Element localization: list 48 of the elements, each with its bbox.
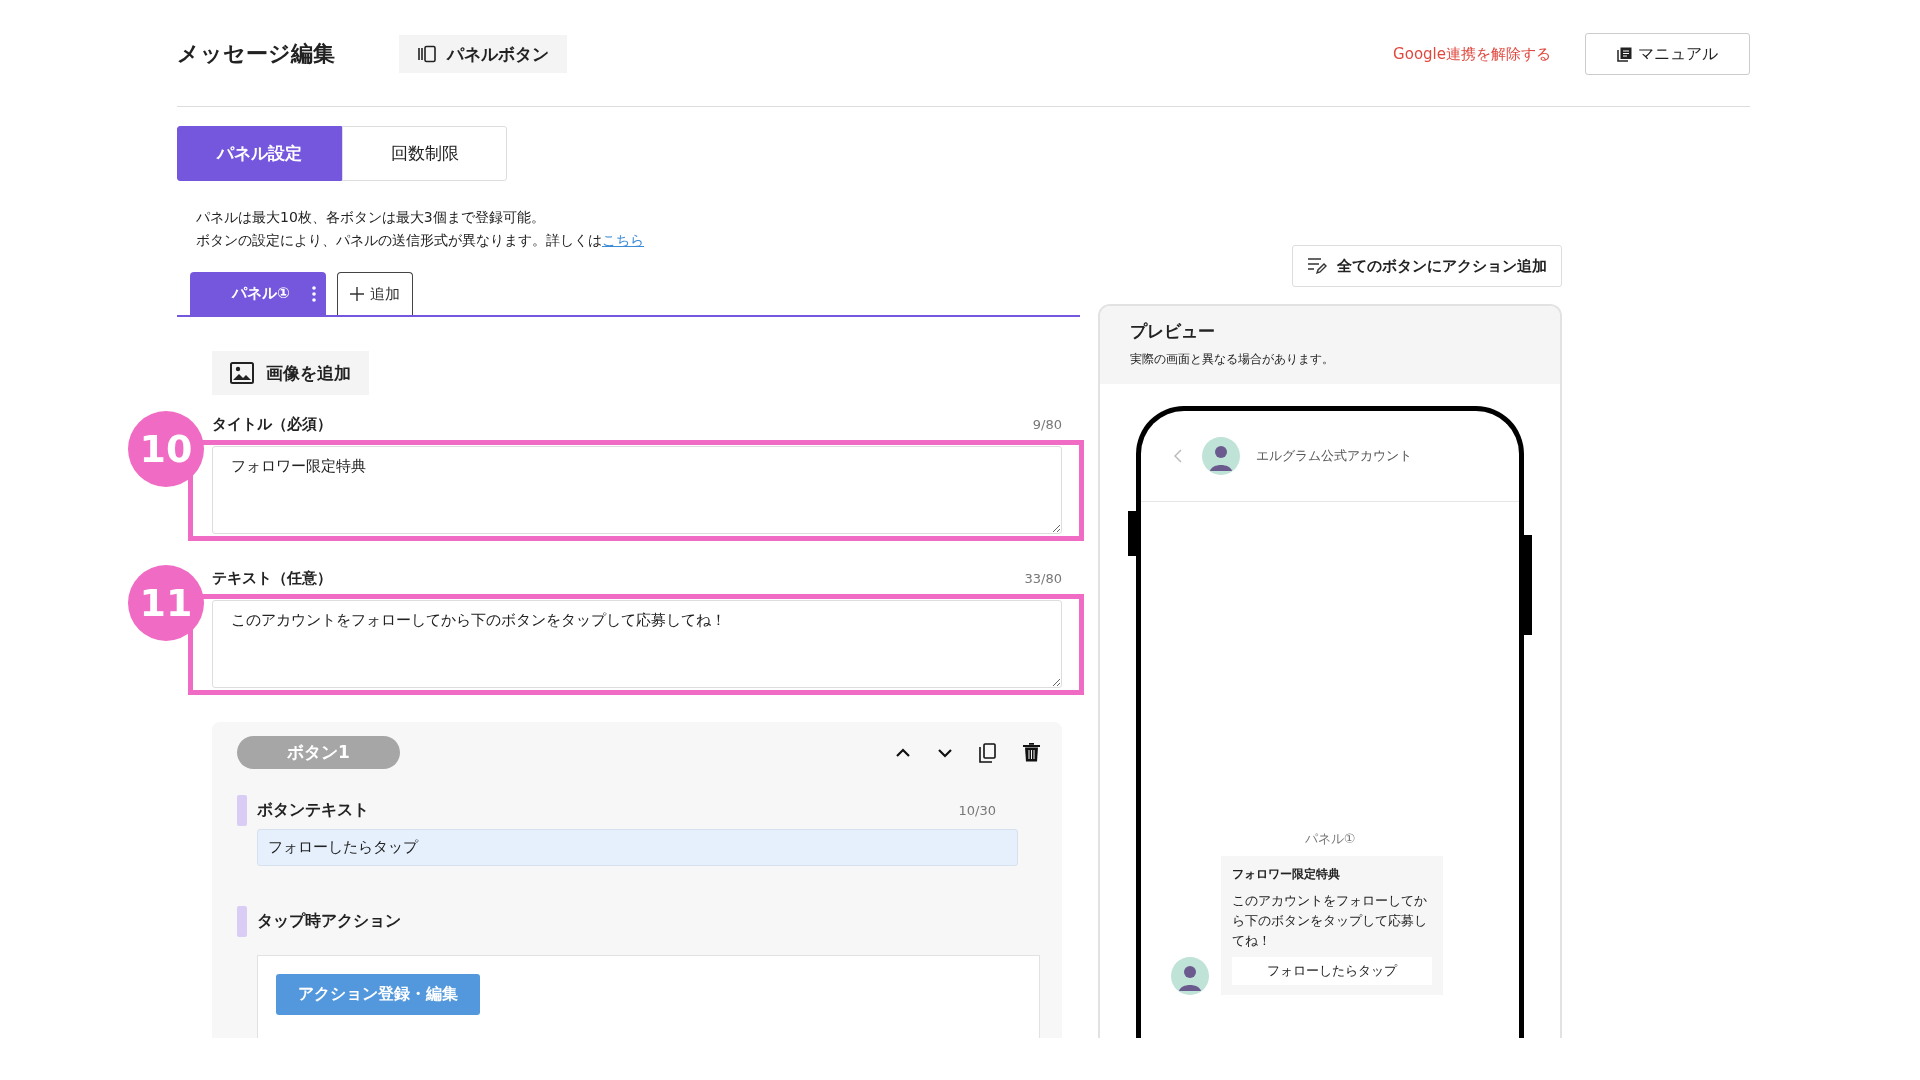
text-area-field[interactable]: このアカウントをフォローしてから下のボタンをタップして応募してね！ [212,600,1062,688]
preview-title: プレビュー [1130,320,1216,343]
settings-tab[interactable]: 回数制限 [342,126,507,181]
more-icon[interactable] [311,285,316,302]
field-label: ボタンテキスト [257,800,369,821]
chevron-up-icon[interactable] [895,747,911,758]
button-text-field[interactable]: フォローしたらタップ [257,829,1018,866]
card-text: このアカウントをフォローしてから下のボタンをタップして応募してね！ [1232,892,1428,950]
info-text: パネルは最大10枚、各ボタンは最大3個まで登録可能。 [196,208,546,227]
section-marker [237,795,247,826]
char-count: 33/80 [1024,571,1062,586]
card-title: フォロワー限定特典 [1232,866,1341,883]
chevron-down-icon[interactable] [937,747,953,758]
step-number-badge: 10 [128,411,204,487]
panel-icon [417,45,437,63]
book-icon [1617,46,1632,62]
avatar-icon [1202,437,1240,475]
section-marker [237,906,247,937]
plus-icon [349,287,364,301]
char-count: 10/30 [958,803,996,818]
image-icon [230,362,254,384]
add-action-all-button[interactable]: 全てのボタンにアクション追加 [1292,245,1562,287]
trash-icon[interactable] [1023,743,1040,762]
panel-tab[interactable]: パネル① [190,272,326,315]
field-label: タイトル（必須） [212,415,332,434]
account-name: エルグラム公式アカウント [1256,447,1412,465]
info-text: ボタンの設定により、パネルの送信形式が異なります。詳しくは こちら [196,231,645,250]
text-area-field[interactable]: フォロワー限定特典 [212,446,1062,534]
page-title: メッセージ編集 [177,40,335,68]
add-panel-button[interactable]: 追加 [336,272,413,315]
avatar-icon [1171,957,1209,995]
card-action-button[interactable]: フォローしたらタップ [1232,957,1432,985]
field-label: タップ時アクション [257,911,401,932]
step-number-badge: 11 [128,565,204,641]
copy-icon[interactable] [979,742,997,763]
add-image-button[interactable]: 画像を追加 [212,351,369,395]
preview-note: 実際の画面と異なる場合があります。 [1130,351,1335,368]
settings-tab[interactable]: パネル設定 [177,126,342,181]
google-unlink-link[interactable]: Google連携を解除する [1393,44,1551,64]
details-link[interactable]: こちら [602,232,644,248]
back-chevron-icon [1174,449,1182,463]
panel-button[interactable]: パネルボタン [399,35,567,73]
char-count: 9/80 [1032,417,1062,432]
manual-button[interactable]: マニュアル [1585,33,1750,75]
panel-label: パネル① [1303,830,1357,848]
field-label: テキスト（任意） [212,569,332,588]
button-number-label: ボタン1 [237,736,400,769]
list-edit-icon [1307,257,1327,275]
